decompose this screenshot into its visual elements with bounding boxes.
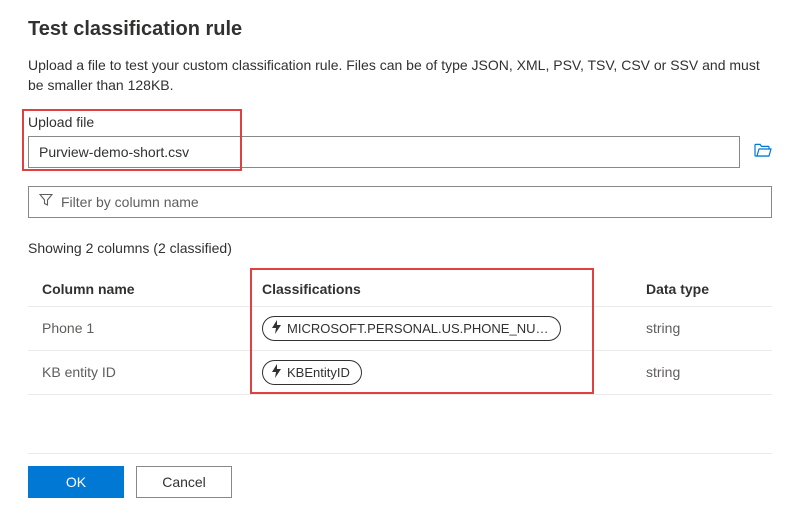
cell-column-name: KB entity ID — [28, 350, 248, 394]
cancel-button[interactable]: Cancel — [136, 466, 232, 498]
folder-open-icon[interactable] — [754, 143, 772, 160]
columns-table: Column name Classifications Data type Ph… — [28, 272, 772, 395]
table-row[interactable]: Phone 1 MICROSOFT.PERSONAL.US.PHONE_NU… … — [28, 306, 772, 350]
cell-classification: KBEntityID — [248, 350, 632, 394]
classification-text: KBEntityID — [287, 365, 350, 380]
classification-pill[interactable]: MICROSOFT.PERSONAL.US.PHONE_NU… — [262, 316, 561, 341]
column-header-type[interactable]: Data type — [632, 272, 772, 307]
results-count-text: Showing 2 columns (2 classified) — [28, 240, 772, 256]
cell-classification: MICROSOFT.PERSONAL.US.PHONE_NU… — [248, 306, 632, 350]
classification-pill[interactable]: KBEntityID — [262, 360, 362, 385]
lightning-icon — [271, 320, 282, 337]
upload-file-input[interactable] — [28, 136, 740, 168]
upload-file-label: Upload file — [28, 114, 772, 130]
upload-section: Upload file — [28, 114, 772, 168]
column-header-name[interactable]: Column name — [28, 272, 248, 307]
column-header-classifications[interactable]: Classifications — [248, 272, 632, 307]
cell-column-name: Phone 1 — [28, 306, 248, 350]
lightning-icon — [271, 364, 282, 381]
filter-input[interactable] — [61, 194, 761, 210]
table-row[interactable]: KB entity ID KBEntityID string — [28, 350, 772, 394]
filter-row[interactable] — [28, 186, 772, 218]
cell-data-type: string — [632, 306, 772, 350]
footer-buttons: OK Cancel — [28, 466, 232, 498]
classification-text: MICROSOFT.PERSONAL.US.PHONE_NU… — [287, 321, 549, 336]
page-title: Test classification rule — [28, 18, 772, 41]
footer-divider — [28, 453, 772, 454]
filter-icon — [39, 193, 53, 210]
description-text: Upload a file to test your custom classi… — [28, 55, 772, 96]
ok-button[interactable]: OK — [28, 466, 124, 498]
cell-data-type: string — [632, 350, 772, 394]
